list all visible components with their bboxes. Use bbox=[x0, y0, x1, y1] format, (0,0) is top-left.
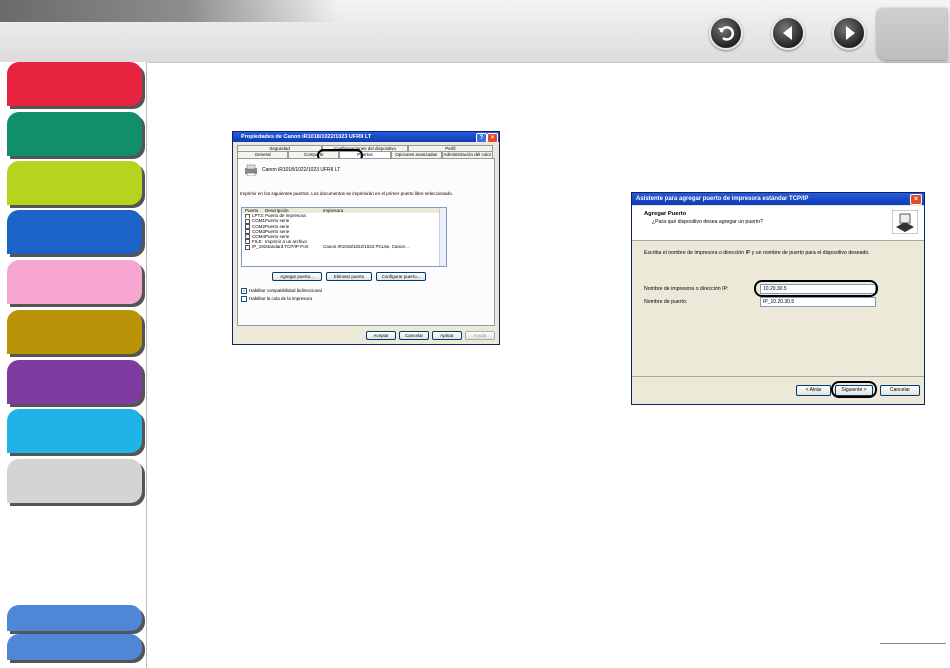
tab-color-management[interactable]: Administración del color bbox=[441, 151, 494, 158]
port-description: Standard TCP/IP Port bbox=[265, 244, 309, 250]
cancel-button[interactable]: Cancelar bbox=[880, 385, 920, 396]
delete-port-button[interactable]: Eliminar puerto bbox=[326, 272, 372, 281]
port-printer: Canon iR1018/1022/1023 PCL5e, Canon... bbox=[323, 244, 409, 250]
top-stripe bbox=[0, 0, 340, 22]
checkbox-checked[interactable]: ✓ bbox=[241, 288, 247, 294]
port-name-input[interactable]: IP_10.20.30.5 bbox=[760, 297, 876, 307]
pooling-label: Habilitar la cola de la impresora bbox=[249, 296, 313, 302]
wizard-header: Agregar Puerto ¿Para qué dispositivo des… bbox=[632, 206, 924, 241]
nav-button-pink[interactable] bbox=[7, 260, 142, 304]
nav-button-bottom-2[interactable] bbox=[7, 634, 142, 660]
dialog-title: Propiedades de Canon iR1018/1022/1023 UF… bbox=[241, 134, 372, 140]
add-port-button[interactable]: Agregar puerto... bbox=[272, 272, 322, 281]
pooling-checkbox[interactable]: Habilitar la cola de la impresora bbox=[241, 296, 312, 302]
nav-button-bottom-1[interactable] bbox=[7, 605, 142, 631]
apply-button[interactable]: Aplicar bbox=[432, 331, 462, 340]
corner-tab[interactable] bbox=[877, 8, 947, 60]
wizard-subheading: ¿Para qué dispositivo desea agregar un p… bbox=[652, 219, 764, 225]
previous-icon bbox=[783, 26, 792, 40]
nav-button-cyan[interactable] bbox=[7, 409, 142, 453]
back-button[interactable] bbox=[709, 16, 743, 50]
nav-button-green[interactable] bbox=[7, 112, 142, 156]
ip-field-highlight bbox=[754, 280, 878, 297]
ip-label: Nombre de impresora o dirección IP: bbox=[644, 286, 729, 292]
nav-button-gold[interactable] bbox=[7, 310, 142, 354]
printer-name: Canon iR1018/1022/1023 UFRII LT bbox=[262, 167, 341, 173]
nav-button-gray[interactable] bbox=[7, 459, 142, 503]
ports-panel: Canon iR1018/1022/1023 UFRII LT Imprimir… bbox=[237, 158, 495, 326]
top-toolbar bbox=[0, 0, 950, 63]
wizard-heading: Agregar Puerto bbox=[644, 211, 687, 217]
port-label: IP_1921... bbox=[252, 244, 265, 250]
port-checkbox[interactable] bbox=[245, 244, 250, 250]
previous-page-button[interactable] bbox=[771, 16, 805, 50]
printer-icon bbox=[245, 164, 257, 176]
back-icon bbox=[718, 26, 735, 41]
next-page-button[interactable] bbox=[832, 16, 866, 50]
port-name: IP_1921... bbox=[242, 244, 265, 250]
close-icon[interactable]: × bbox=[487, 133, 498, 142]
nav-button-lime[interactable] bbox=[7, 161, 142, 205]
tab-general[interactable]: General bbox=[237, 151, 289, 158]
nav-button-blue[interactable] bbox=[7, 210, 142, 254]
nav-button-purple[interactable] bbox=[7, 360, 142, 404]
printer-properties-dialog: Propiedades de Canon iR1018/1022/1023 UF… bbox=[232, 131, 500, 345]
wizard-separator bbox=[632, 376, 924, 377]
port-row[interactable]: IP_1921...Standard TCP/IP Port Canon iR10… bbox=[242, 244, 446, 250]
wizard-titlebar: Asistente para agregar puerto de impreso… bbox=[632, 193, 924, 205]
close-icon[interactable]: × bbox=[910, 194, 922, 205]
page-footer-line bbox=[880, 643, 946, 644]
help-icon[interactable]: ? bbox=[476, 133, 487, 142]
rail-divider bbox=[146, 62, 147, 668]
bidirectional-checkbox[interactable]: ✓ Habilitar compatibilidad bidireccional bbox=[241, 288, 322, 294]
tab-advanced[interactable]: Opciones avanzadas bbox=[390, 151, 442, 158]
list-scrollbar[interactable] bbox=[439, 208, 446, 266]
next-icon bbox=[846, 26, 855, 40]
wizard-instruction: Escriba el nombre de impresora o direcci… bbox=[644, 250, 870, 256]
ok-button[interactable]: Aceptar bbox=[366, 331, 396, 340]
configure-port-button[interactable]: Configurar puerto... bbox=[376, 272, 426, 281]
bidirectional-label: Habilitar compatibilidad bidireccional bbox=[249, 288, 322, 294]
printer-network-icon bbox=[892, 210, 918, 234]
ports-list[interactable]: Puerto Descripción Impresora LPT3: Puerto… bbox=[241, 207, 447, 267]
wizard-title: Asistente para agregar puerto de impreso… bbox=[636, 196, 809, 202]
ports-instruction: Imprimir en los siguientes puertos. Los … bbox=[240, 191, 453, 196]
cancel-button[interactable]: Cancelar bbox=[399, 331, 429, 340]
tcpip-port-wizard: Asistente para agregar puerto de impreso… bbox=[631, 192, 925, 405]
tab-row-bottom: General Compartir Puertos Opciones avanz… bbox=[237, 151, 494, 158]
back-button[interactable]: < Atrás bbox=[796, 385, 831, 396]
nav-button-red[interactable] bbox=[7, 62, 142, 106]
port-name-label: Nombre de puerto: bbox=[644, 299, 688, 305]
next-button-highlight bbox=[831, 381, 877, 398]
dialog-titlebar: Propiedades de Canon iR1018/1022/1023 UF… bbox=[233, 132, 499, 142]
checkbox-unchecked[interactable] bbox=[241, 296, 247, 302]
help-button[interactable]: Ayuda bbox=[465, 331, 495, 340]
